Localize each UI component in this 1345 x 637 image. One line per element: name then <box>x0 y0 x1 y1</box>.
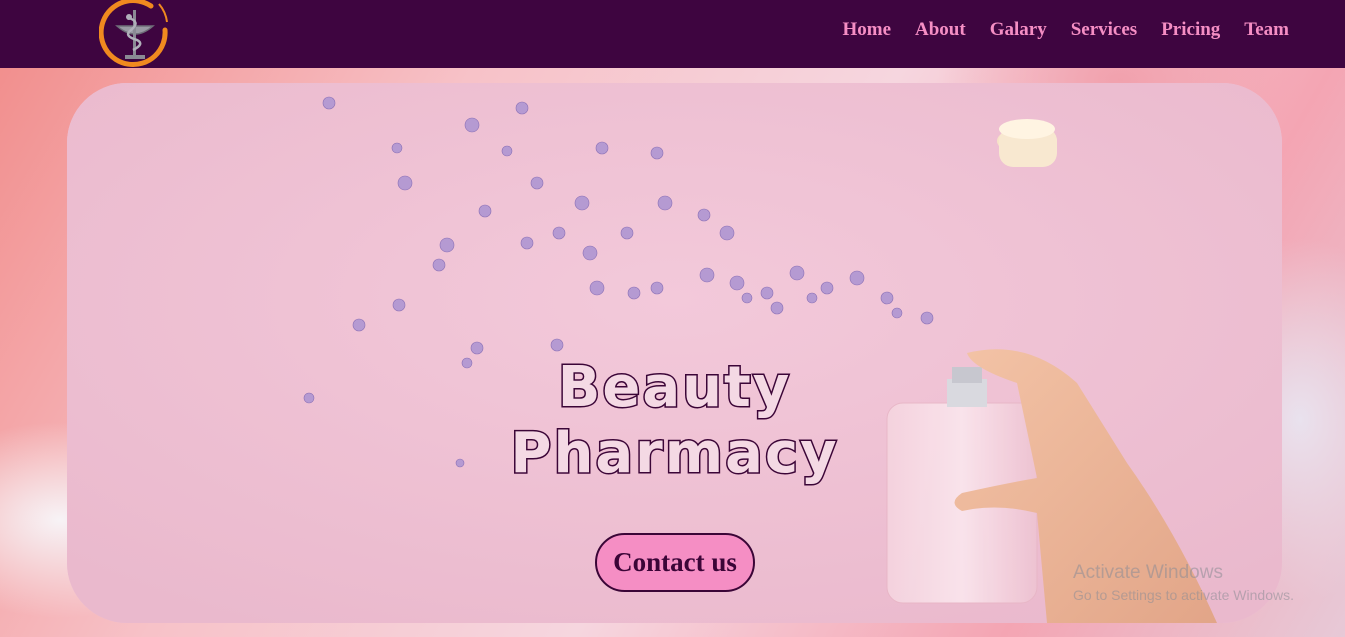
nav-pricing-link[interactable]: Pricing <box>1161 18 1220 42</box>
windows-activation-watermark: Activate Windows Go to Settings to activ… <box>1073 561 1294 605</box>
nav-team-link[interactable]: Team <box>1244 18 1289 42</box>
pharmacy-logo-icon[interactable] <box>99 0 171 68</box>
nav-home-link[interactable]: Home <box>842 18 891 42</box>
nav-galary-link[interactable]: Galary <box>990 18 1047 42</box>
navbar: Home About Galary Services Pricing Team <box>0 0 1345 68</box>
nav-services-link[interactable]: Services <box>1071 18 1137 42</box>
nav-about-link[interactable]: About <box>915 18 966 42</box>
watermark-title: Activate Windows <box>1073 562 1223 583</box>
contact-us-button[interactable]: Contact us <box>595 533 755 592</box>
hero-title-line1: Beauty <box>556 354 792 422</box>
hero-title-line2: Pharmacy <box>509 420 839 488</box>
hero-title: Beauty Pharmacy <box>67 354 1282 488</box>
watermark-subtitle: Go to Settings to activate Windows. <box>1073 587 1294 603</box>
hero-banner: Beauty Pharmacy Contact us <box>67 83 1282 623</box>
